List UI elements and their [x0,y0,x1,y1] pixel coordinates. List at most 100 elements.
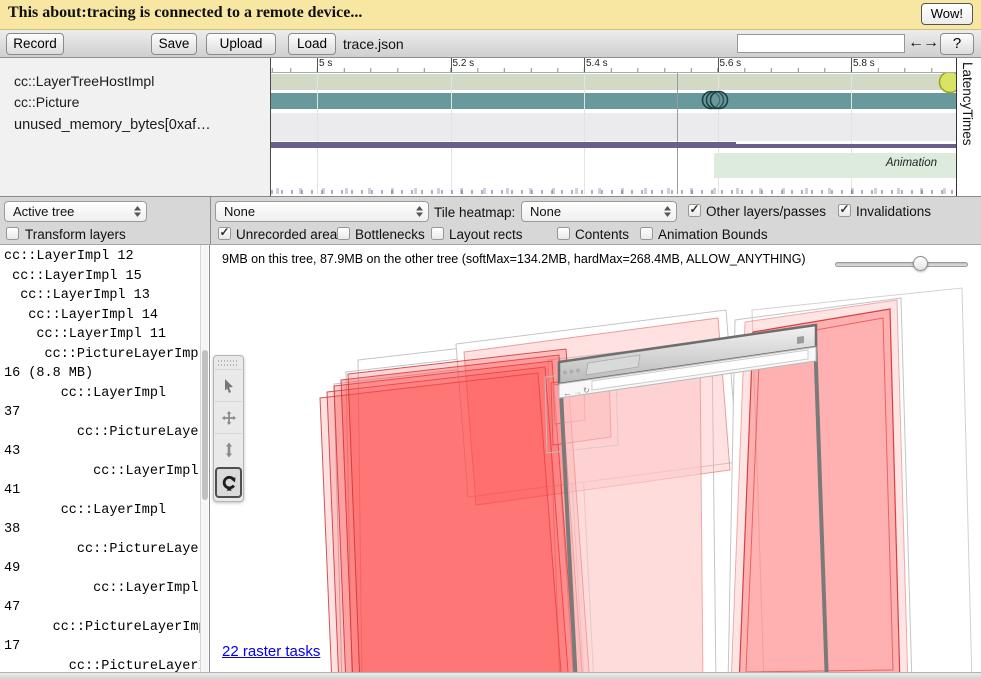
invalidations-label: Invalidations [856,204,931,219]
search-input[interactable] [737,34,905,53]
rotate-icon [221,475,237,491]
track-group-label-strip: LatencyTimes [956,58,981,196]
raster-tasks-link[interactable]: 22 raster tasks [222,643,320,660]
layer-tree-item[interactable]: cc::LayerImpl [4,462,201,482]
timeline-tracks[interactable]: Animation 5 s5.2 s5.4 s5.6 s5.8 s [270,58,956,196]
layout-rects-label: Layout rects [449,227,523,242]
vertical-arrows-icon [221,442,237,458]
reload-icon: ↻ [583,386,590,395]
pan-arrows-icon [221,410,237,426]
select-arrows-icon [415,205,424,218]
panel-divider [210,197,211,244]
tile-heatmap-label: Tile heatmap: [434,205,515,220]
ruler-tick: 5.6 s [718,58,719,72]
ruler-tick: 5 s [317,58,318,72]
layer-tree-item[interactable]: 41 [4,481,201,501]
layer-tree-list: cc::LayerImpl 12 cc::LayerImpl 15 cc::La… [4,247,201,672]
traffic-light-icon [570,370,574,374]
layer-tree-item[interactable]: cc::LayerImpl 14 [4,306,201,326]
tracing-window: This about:tracing is connected to a rem… [0,0,981,679]
layer-tree-item[interactable]: cc::LayerImpl [4,579,201,599]
transform-layers-checkbox[interactable] [6,227,19,240]
bottom-scrollbar-strip[interactable] [0,672,981,679]
layer-color-select[interactable]: None [215,201,429,222]
unrecorded-area-checkbox[interactable] [218,227,231,240]
palette-drag-grip[interactable] [218,359,239,368]
zoom-tool-button[interactable] [215,433,242,465]
layer-tree-item[interactable]: cc::PictureLayerImpl [4,618,201,638]
layer-tree-item[interactable]: 37 [4,403,201,423]
track-name-layertreehostimpl[interactable]: cc::LayerTreeHostImpl [14,73,154,89]
save-button[interactable]: Save [151,33,197,55]
upload-button[interactable]: Upload [206,33,276,55]
select-tool-button[interactable] [215,369,242,401]
animation-bounds-label: Animation Bounds [658,227,768,242]
find-prev-next-arrows[interactable]: ←→ [908,34,938,52]
memory-info-text: 9MB on this tree, 87.9MB on the other tr… [222,252,806,266]
pan-tool-button[interactable] [215,401,242,433]
track-name-picture[interactable]: cc::Picture [14,94,79,110]
memory-slider-thumb[interactable] [913,256,928,271]
layer-tree-item[interactable]: cc::PictureLayerImpl [4,423,201,443]
group-label-times[interactable]: Times [960,109,975,145]
back-icon: ← [563,388,572,398]
layer-tree-item[interactable]: cc::LayerImpl 13 [4,286,201,306]
layer-tree-item[interactable]: cc::LayerImpl [4,384,201,404]
track-name-panel: cc::LayerTreeHostImpl cc::Picture unused… [0,58,270,196]
tree-select[interactable]: Active tree [4,201,147,222]
select-arrows-icon [663,205,672,218]
layer-tree-item[interactable]: cc::PictureLayerImpl [4,657,201,673]
group-label-latency[interactable]: Latency [960,62,975,109]
ruler-tick: 5.8 s [851,58,852,72]
canvas-tool-palette [213,355,244,502]
center-layer-quad[interactable] [561,352,703,672]
bottlenecks-checkbox[interactable] [337,227,350,240]
timeline-ruler: 5 s 5.2 s 5.4 s 5.6 s 5.8 s [271,58,956,73]
layer-tree-item[interactable]: 47 [4,598,201,618]
main-toolbar: Record Save Upload Load trace.json ←→ ? [0,30,981,58]
layer-tree-item[interactable]: cc::PictureLayerImpl [4,540,201,560]
load-button[interactable]: Load [288,33,336,55]
layer-tree-item[interactable]: cc::LayerImpl 15 [4,267,201,287]
layer-tree-item[interactable]: cc::PictureLayerImpl [4,345,201,365]
other-layers-checkbox[interactable] [688,204,701,217]
remote-device-banner: This about:tracing is connected to a rem… [0,0,981,30]
invalidations-checkbox[interactable] [838,204,851,217]
picture-instant-event-icon[interactable] [711,92,728,109]
layer-tree-scrollbar[interactable] [200,245,208,672]
scrollbar-thumb[interactable] [202,350,208,500]
record-button[interactable]: Record [6,33,64,55]
snapshot-marker-icon[interactable] [940,72,957,93]
tile-heatmap-select[interactable]: None [521,201,677,222]
memory-slider-track[interactable] [835,262,968,267]
select-arrows-icon [133,205,142,218]
left-layer-stack[interactable] [320,349,590,672]
layer-tree-item[interactable]: 17 [4,637,201,657]
ruler-tick: 5.2 s [451,58,452,72]
help-button[interactable]: ? [940,33,974,55]
window-corner-box [797,336,804,344]
layer-tree-item[interactable]: 16 (8.8 MB) [4,364,201,384]
contents-checkbox[interactable] [557,227,570,240]
animation-bounds-checkbox[interactable] [640,227,653,240]
layout-rects-checkbox[interactable] [431,227,444,240]
timeline-section: cc::LayerTreeHostImpl cc::Picture unused… [0,58,981,196]
other-layers-label: Other layers/passes [706,204,826,219]
layer-tree-item[interactable]: 49 [4,559,201,579]
layer-viewer-canvas[interactable]: ← → ↻ 9MB on this tree, 87.9MB on the ot… [211,245,981,672]
wow-button[interactable]: Wow! [921,3,973,25]
layer-tree-item[interactable]: 43 [4,442,201,462]
rotate-tool-button[interactable] [215,467,242,498]
forward-icon: → [573,387,582,397]
unrecorded-area-label: Unrecorded area [236,227,337,242]
track-name-unused-memory[interactable]: unused_memory_bytes[0xaf… [14,117,211,133]
banner-message: This about:tracing is connected to a rem… [8,4,362,22]
layer-tree-item[interactable]: cc::LayerImpl [4,501,201,521]
layer-tree-item[interactable]: cc::LayerImpl 12 [4,247,201,267]
layer-view-controls: Active tree Transform layers None Tile h… [0,196,981,245]
ruler-tick: 5.4 s [584,58,585,72]
layer-tree-panel: cc::LayerImpl 12 cc::LayerImpl 15 cc::La… [0,245,210,672]
track-markers [271,58,956,196]
layer-tree-item[interactable]: cc::LayerImpl 11 [4,325,201,345]
layer-tree-item[interactable]: 38 [4,520,201,540]
